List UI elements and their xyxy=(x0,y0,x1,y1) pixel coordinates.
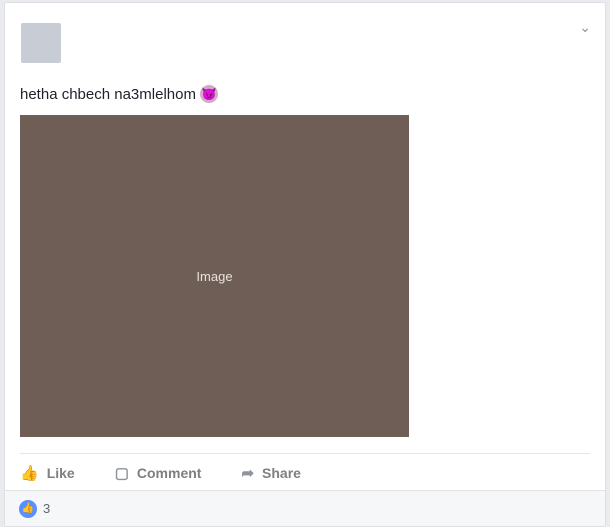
comment-button[interactable]: ▢ Comment xyxy=(115,464,202,482)
post-card: ⌄ hetha chbech na3mlelhom 😈 Image 👍 Like… xyxy=(4,2,606,527)
reaction-count[interactable]: 3 xyxy=(43,501,50,516)
comment-label: Comment xyxy=(136,464,202,481)
like-reaction-icon[interactable]: 👍 xyxy=(19,499,37,518)
reactions-bar: 👍 3 xyxy=(5,490,605,526)
share-arrow-icon: ➦ xyxy=(241,464,255,482)
avatar[interactable] xyxy=(21,23,61,63)
share-label: Share xyxy=(262,464,301,481)
smiling-devil-emoji-icon: 😈 xyxy=(199,85,218,103)
comment-bubble-icon: ▢ xyxy=(114,464,129,482)
post-photo[interactable]: Image xyxy=(20,115,409,437)
post-text-content: hetha chbech na3mlelhom xyxy=(20,85,196,103)
like-label: Like xyxy=(46,464,75,481)
action-bar: 👍 Like ▢ Comment ➦ Share xyxy=(20,453,590,491)
thumbs-up-icon: 👍 xyxy=(20,464,39,482)
like-button[interactable]: 👍 Like xyxy=(20,464,75,482)
photo-placeholder-label: Image xyxy=(196,268,233,284)
post-text: hetha chbech na3mlelhom 😈 xyxy=(5,71,605,103)
share-button[interactable]: ➦ Share xyxy=(241,464,301,482)
chevron-down-icon[interactable]: ⌄ xyxy=(579,19,591,36)
post-header: ⌄ xyxy=(5,3,605,71)
